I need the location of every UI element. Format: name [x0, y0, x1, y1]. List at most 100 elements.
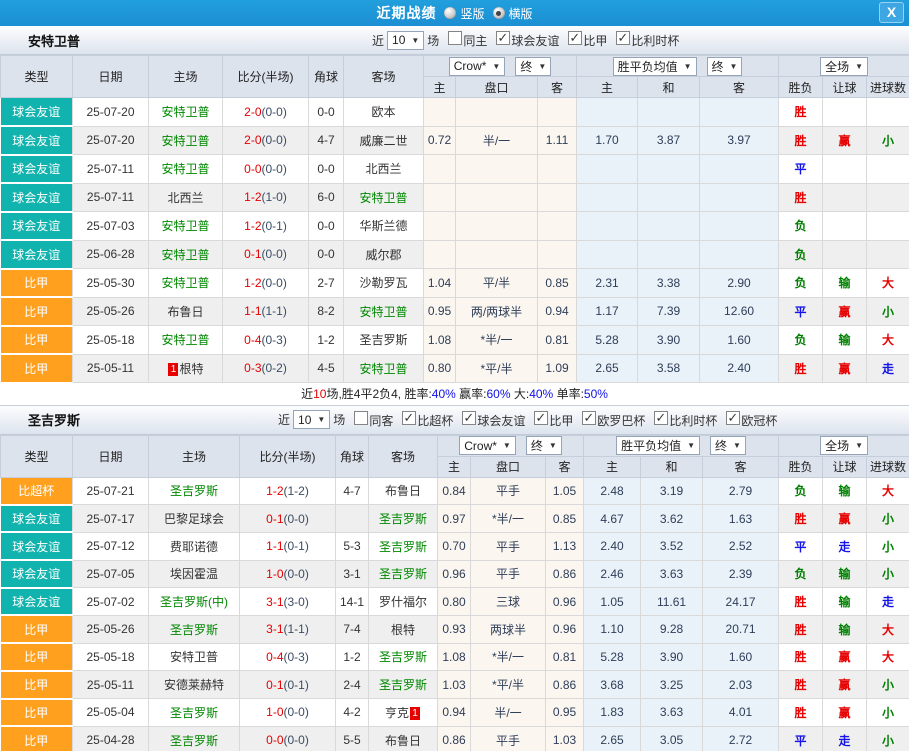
dialog-title: 近期战绩 [376, 3, 436, 23]
radio-horizontal-icon[interactable] [493, 7, 505, 19]
match-type-cell: 球会友谊 [1, 240, 73, 269]
avg-win-odds: 5.28 [584, 643, 641, 671]
handicap-home-odds [424, 240, 456, 269]
same-venue-filter-label[interactable]: 同主 [463, 34, 487, 48]
score-cell: 0-0(0-0) [240, 726, 336, 751]
odds-dropdown-0-1[interactable]: 终▼ [526, 436, 562, 455]
result-goals: 小 [867, 671, 909, 699]
match-date: 25-05-18 [73, 326, 149, 355]
match-type-cell: 球会友谊 [1, 560, 73, 588]
handicap-away-odds: 0.85 [538, 269, 577, 298]
home-team-name: 安特卫普 [170, 650, 218, 664]
league-filter-5-label[interactable]: 欧冠杯 [741, 414, 777, 428]
same-venue-filter-checkbox[interactable] [448, 31, 462, 45]
away-team: 亨克1 [369, 699, 438, 727]
league-filter-2[interactable]: 比利时杯 [610, 31, 679, 49]
sub-header-6: 胜负 [779, 77, 823, 98]
league-filter-1-label[interactable]: 球会友谊 [477, 414, 525, 428]
layout-radio-vertical[interactable]: 竖版 [444, 5, 484, 22]
odds-dropdown-1-2[interactable]: 胜平负均值▼ [613, 57, 697, 76]
away-team-name: 北西兰 [365, 162, 401, 176]
radio-horizontal-label[interactable]: 横版 [509, 5, 533, 22]
home-team: 巴黎足球会 [149, 505, 240, 533]
radio-vertical-icon[interactable] [444, 7, 456, 19]
league-filter-2[interactable]: 比甲 [528, 411, 573, 429]
league-filter-0-label[interactable]: 比超杯 [417, 414, 453, 428]
halftime-score: (1-1) [284, 622, 309, 636]
chevron-down-icon: ▼ [684, 62, 692, 71]
chevron-down-icon: ▼ [733, 441, 741, 450]
result-handicap: 赢 [823, 643, 867, 671]
odds-dropdown-0-1[interactable]: 终▼ [515, 57, 551, 76]
away-team: 圣吉罗斯 [344, 326, 424, 355]
odds-dropdown-1-2[interactable]: 胜平负均值▼ [616, 436, 700, 455]
league-filter-3[interactable]: 欧罗巴杯 [576, 411, 645, 429]
league-filter-0-checkbox[interactable] [496, 31, 510, 45]
layout-radio-horizontal[interactable]: 横版 [493, 5, 533, 22]
close-icon[interactable]: X [879, 2, 904, 23]
odds-dropdown-1-3[interactable]: 终▼ [707, 57, 743, 76]
team-name: 圣吉罗斯 [28, 410, 80, 429]
league-filter-4-checkbox[interactable] [654, 411, 668, 425]
chevron-down-icon: ▼ [538, 62, 546, 71]
away-team: 布鲁日 [369, 726, 438, 751]
league-filter-0[interactable]: 比超杯 [396, 411, 453, 429]
league-filter-4-label[interactable]: 比利时杯 [669, 414, 717, 428]
league-filter-3-checkbox[interactable] [582, 411, 596, 425]
league-filter-5[interactable]: 欧冠杯 [720, 411, 777, 429]
odds-dropdown-0-0-value: Crow* [454, 59, 487, 73]
league-filter-5-checkbox[interactable] [726, 411, 740, 425]
radio-vertical-label[interactable]: 竖版 [460, 5, 484, 22]
odds-dropdown-2-4[interactable]: 全场▼ [820, 57, 868, 76]
corner-score: 5-5 [336, 726, 369, 751]
same-venue-filter-label[interactable]: 同客 [369, 414, 393, 428]
league-filter-2-checkbox[interactable] [616, 31, 630, 45]
corner-score [336, 505, 369, 533]
odds-dropdown-0-0[interactable]: Crow*▼ [459, 436, 516, 455]
league-filter-0[interactable]: 球会友谊 [490, 31, 559, 49]
odds-dropdown-0-0[interactable]: Crow*▼ [449, 57, 506, 76]
same-venue-filter[interactable]: 同主 [442, 31, 487, 49]
avg-draw-odds: 7.39 [638, 297, 700, 326]
halftime-score: (0-3) [262, 333, 287, 347]
halftime-score: (0-0) [284, 512, 309, 526]
result-handicap: 赢 [823, 505, 867, 533]
corner-score: 0-0 [309, 155, 344, 184]
handicap-line [456, 212, 538, 241]
league-filter-2-checkbox[interactable] [534, 411, 548, 425]
league-filter-1[interactable]: 球会友谊 [456, 411, 525, 429]
odds-group-header-2: 全场▼ [779, 56, 909, 77]
odds-dropdown-0-0-value: Crow* [464, 439, 497, 453]
odds-dropdown-1-3[interactable]: 终▼ [710, 436, 746, 455]
result-wdl: 胜 [779, 615, 823, 643]
league-filter-0-label[interactable]: 球会友谊 [511, 34, 559, 48]
league-filter-2-label[interactable]: 比利时杯 [631, 34, 679, 48]
odds-dropdown-2-4-value: 全场 [825, 58, 849, 75]
fulltime-score: 1-0 [266, 567, 283, 581]
league-filter-1-checkbox[interactable] [568, 31, 582, 45]
result-handicap: 赢 [823, 671, 867, 699]
match-count-select[interactable]: 10▼ [387, 31, 424, 50]
result-wdl: 胜 [779, 126, 823, 155]
fulltime-score: 0-1 [266, 678, 283, 692]
league-filter-0-checkbox[interactable] [402, 411, 416, 425]
odds-dropdown-2-4[interactable]: 全场▼ [820, 436, 868, 455]
corner-score: 4-7 [309, 126, 344, 155]
handicap-line: 平/半 [456, 269, 538, 298]
away-team: 圣吉罗斯 [369, 671, 438, 699]
match-date: 25-05-30 [73, 269, 149, 298]
fulltime-score: 1-2 [244, 219, 261, 233]
league-filter-4[interactable]: 比利时杯 [648, 411, 717, 429]
league-filter-1[interactable]: 比甲 [562, 31, 607, 49]
sub-header-0: 主 [424, 77, 456, 98]
handicap-line: 三球 [471, 588, 546, 616]
fulltime-score: 0-1 [266, 512, 283, 526]
league-filter-1-checkbox[interactable] [462, 411, 476, 425]
league-filter-2-label[interactable]: 比甲 [549, 414, 573, 428]
league-filter-1-label[interactable]: 比甲 [583, 34, 607, 48]
league-filter-3-label[interactable]: 欧罗巴杯 [597, 414, 645, 428]
match-count-select[interactable]: 10▼ [293, 410, 330, 429]
same-venue-filter-checkbox[interactable] [354, 411, 368, 425]
same-venue-filter[interactable]: 同客 [348, 411, 393, 429]
recent-results-dialog: 近期战绩 竖版 横版 X 安特卫普 近10▼场同主球会友谊比甲比利时杯 类型日期… [0, 0, 909, 751]
